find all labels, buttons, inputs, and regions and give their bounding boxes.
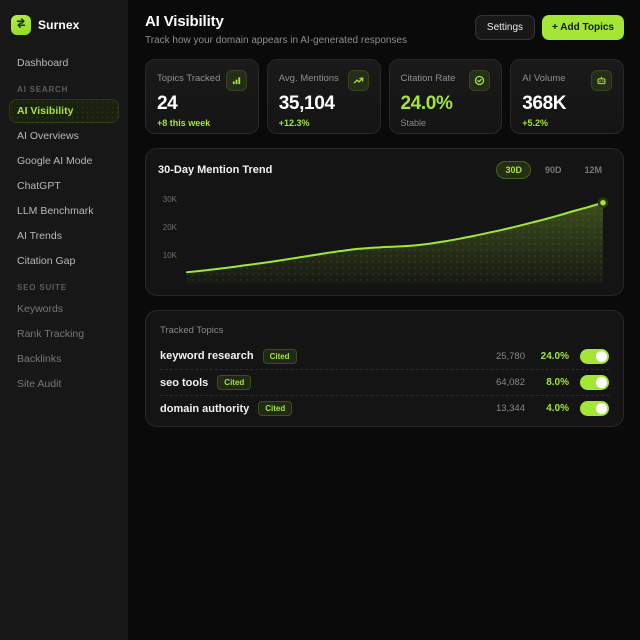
page-header: AI Visibility Track how your domain appe… <box>145 13 624 46</box>
y-axis-tick: 30K <box>162 195 177 205</box>
topic-rate: 24.0% <box>540 350 569 362</box>
topic-row: seo tools Cited 64,082 8.0% <box>160 369 609 395</box>
sidebar-item-backlinks[interactable]: Backlinks <box>9 347 119 371</box>
trend-chart: 10K 20K 30K <box>158 188 611 284</box>
sidebar-item-llm-benchmark[interactable]: LLM Benchmark <box>9 199 119 223</box>
sidebar-item-citation-gap[interactable]: Citation Gap <box>9 249 119 273</box>
trending-up-icon <box>347 70 369 91</box>
add-topics-button[interactable]: + Add Topics <box>542 15 624 40</box>
topic-row: keyword research Cited 25,780 24.0% <box>160 343 609 369</box>
stat-delta: Stable <box>400 118 427 128</box>
sidebar-item-google-ai-mode[interactable]: Google AI Mode <box>9 149 119 173</box>
stat-card-avg-mentions: Avg. Mentions 35,104 +12.3% <box>266 59 381 134</box>
topic-name: domain authority <box>160 402 250 415</box>
sidebar-item-rank-tracking[interactable]: Rank Tracking <box>9 322 119 346</box>
stats-grid: Topics Tracked 24 +8 this week Avg. Ment… <box>145 59 624 134</box>
sidebar-item-chatgpt[interactable]: ChatGPT <box>9 174 119 198</box>
topic-name: keyword research <box>160 350 254 362</box>
cited-badge: Cited <box>217 375 252 390</box>
stat-delta: +8 this week <box>157 118 211 128</box>
bot-icon <box>591 70 612 91</box>
range-selector: 30D 90D 12M <box>496 161 611 179</box>
stat-card-ai-volume: AI Volume 368K +5.2% <box>510 59 624 134</box>
sidebar-section-seo-suite: SEO SUITE <box>17 283 67 292</box>
sidebar-item-site-audit[interactable]: Site Audit <box>9 372 119 396</box>
chart-title: 30-Day Mention Trend <box>158 164 273 176</box>
stat-delta: +12.3% <box>278 118 310 128</box>
stat-value: 368K <box>522 93 567 114</box>
range-12m-button[interactable]: 12M <box>575 161 611 179</box>
range-30d-button[interactable]: 30D <box>496 161 531 179</box>
tracked-topics-card: Tracked Topics keyword research Cited 25… <box>145 310 624 427</box>
tracked-topics-title: Tracked Topics <box>160 325 224 336</box>
stat-card-topics-tracked: Topics Tracked 24 +8 this week <box>145 59 259 134</box>
topic-toggle[interactable] <box>580 401 609 416</box>
sidebar-nav: Dashboard AI SEARCH AI Visibility AI Ove… <box>9 51 119 396</box>
brand-name: Surnex <box>38 18 80 32</box>
topic-mentions: 64,082 <box>495 377 525 388</box>
header-actions: Settings + Add Topics <box>474 15 624 40</box>
topic-mentions: 25,780 <box>495 350 525 362</box>
cited-badge: Cited <box>262 348 297 364</box>
brand-row: Surnex <box>9 13 119 51</box>
brand-logo <box>11 15 31 35</box>
sidebar: Surnex Dashboard AI SEARCH AI Visibility… <box>0 0 128 640</box>
swap-arrows-icon <box>15 16 27 34</box>
sidebar-item-ai-visibility[interactable]: AI Visibility <box>9 99 119 123</box>
page-title: AI Visibility <box>145 13 224 30</box>
topic-mentions: 13,344 <box>495 403 525 414</box>
stat-label: Topics Tracked <box>157 73 221 84</box>
topic-toggle[interactable] <box>580 375 609 390</box>
trend-line-svg <box>186 197 609 284</box>
mention-trend-card: 30-Day Mention Trend 30D 90D 12M 10K 20K 3… <box>145 148 624 296</box>
stat-value: 35,104 <box>278 93 335 114</box>
check-circle-icon <box>469 70 491 91</box>
stat-value: 24.0% <box>400 93 453 114</box>
stat-card-citation-rate: Citation Rate 24.0% Stable <box>388 59 503 134</box>
cited-badge: Cited <box>258 401 293 416</box>
stat-value: 24 <box>157 93 178 114</box>
topic-name: seo tools <box>160 376 209 389</box>
sidebar-item-keywords[interactable]: Keywords <box>9 297 119 321</box>
sidebar-item-dashboard[interactable]: Dashboard <box>9 51 119 75</box>
sidebar-item-ai-trends[interactable]: AI Trends <box>9 224 119 248</box>
topic-row: domain authority Cited 13,344 4.0% <box>160 395 609 421</box>
range-90d-button[interactable]: 90D <box>536 161 571 179</box>
stat-label: AI Volume <box>522 73 566 84</box>
bar-chart-icon <box>225 70 247 91</box>
page-subtitle: Track how your domain appears in AI-gene… <box>145 35 407 46</box>
trend-y-axis: 10K 20K 30K <box>158 188 185 284</box>
sidebar-item-ai-overviews[interactable]: AI Overviews <box>9 124 119 148</box>
sidebar-section-ai-search: AI SEARCH <box>17 85 69 94</box>
topic-rate: 4.0% <box>546 403 569 414</box>
app-root: Surnex Dashboard AI SEARCH AI Visibility… <box>0 0 640 640</box>
stat-label: Citation Rate <box>400 73 456 84</box>
y-axis-tick: 10K <box>162 251 177 261</box>
stat-delta: +5.2% <box>522 118 549 128</box>
main-content: AI Visibility Track how your domain appe… <box>128 0 640 640</box>
settings-button[interactable]: Settings <box>474 15 536 40</box>
topic-toggle[interactable] <box>580 348 609 364</box>
trend-plot <box>185 188 611 284</box>
y-axis-tick: 20K <box>162 223 177 233</box>
stat-label: Avg. Mentions <box>278 73 339 84</box>
topic-rate: 8.0% <box>546 377 569 388</box>
